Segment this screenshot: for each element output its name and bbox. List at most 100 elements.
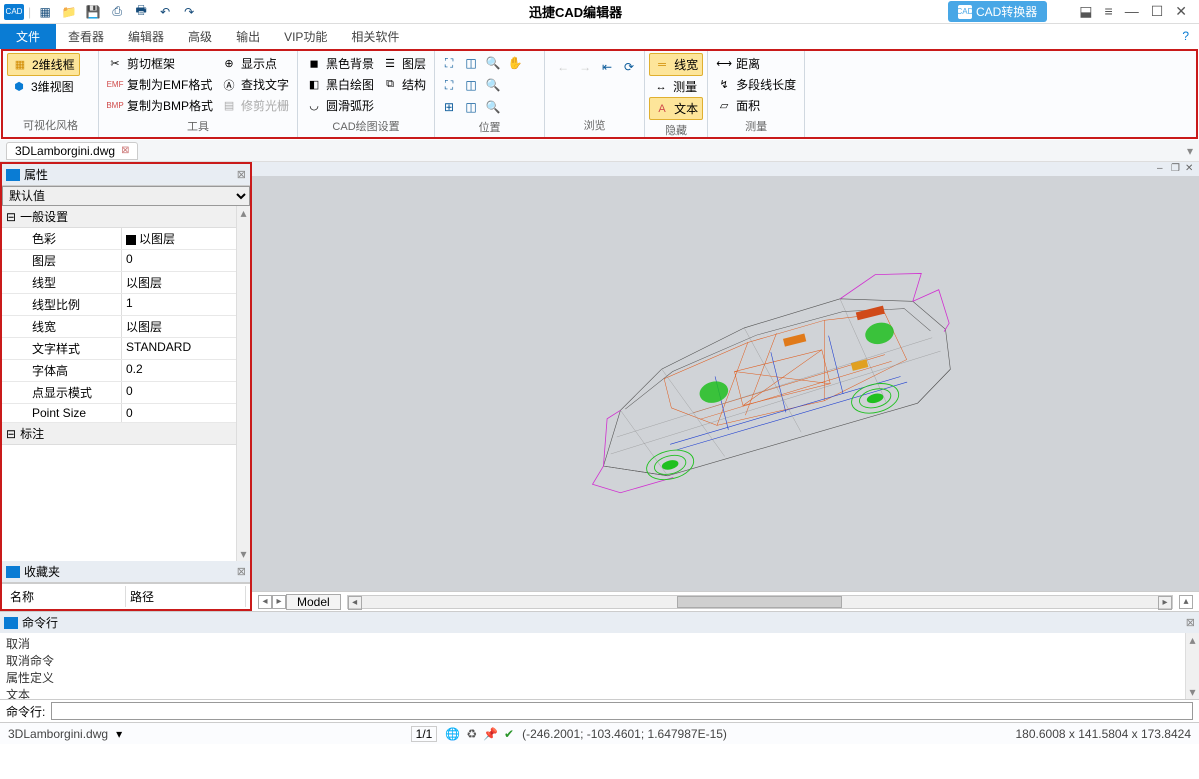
smooth-arc-button[interactable]: ◡圆滑弧形 (302, 95, 378, 116)
document-tab[interactable]: 3DLamborgini.dwg ⊠ (6, 142, 138, 160)
h-scrollbar[interactable]: ◂▸ (347, 595, 1173, 609)
pan-icon[interactable]: ✋ (505, 53, 525, 73)
find-text-button[interactable]: Ⓐ查找文字 (217, 74, 293, 95)
pos-icon-5[interactable]: ⊞ (439, 97, 459, 117)
view-3d-button[interactable]: ⬢3维视图 (7, 76, 80, 97)
vp-restore-icon[interactable]: ❐ (1171, 163, 1183, 175)
properties-close-icon[interactable]: ⊠ (237, 168, 246, 181)
property-row[interactable]: Point Size0 (2, 404, 250, 423)
section-general[interactable]: ⊟一般设置 (2, 206, 250, 228)
measure-toggle-button[interactable]: ↔测量 (649, 76, 703, 97)
menu-editor[interactable]: 编辑器 (116, 24, 176, 49)
close-icon[interactable]: ✕ (1175, 3, 1187, 20)
print-icon[interactable]: 🖶 (133, 4, 149, 20)
pos-icon-2[interactable]: ◫ (461, 53, 481, 73)
back-icon[interactable]: ⬓ (1079, 3, 1092, 20)
property-value[interactable]: STANDARD (122, 338, 250, 359)
menu-advanced[interactable]: 高级 (176, 24, 224, 49)
menu-icon[interactable]: ≡ (1105, 3, 1113, 20)
color-swatch (126, 235, 136, 245)
property-row[interactable]: 字体高0.2 (2, 360, 250, 382)
copy-bmp-button[interactable]: BMP复制为BMP格式 (103, 95, 217, 116)
pos-icon-6[interactable]: ◫ (461, 97, 481, 117)
cmd-history-line: 取消命令 (6, 652, 1193, 669)
saveas-icon[interactable]: ⎙ (109, 4, 125, 20)
property-value[interactable]: 0 (122, 382, 250, 403)
favorites-close-icon[interactable]: ⊠ (237, 565, 246, 578)
menu-file[interactable]: 文件 (0, 24, 56, 49)
nav-refresh-icon[interactable]: ⟳ (619, 57, 639, 77)
open-icon[interactable]: 📁 (61, 4, 77, 20)
menu-vip[interactable]: VIP功能 (272, 24, 339, 49)
tab-next-icon[interactable]: ▸ (272, 595, 286, 609)
zoom-fit-icon[interactable]: 🔍 (483, 97, 503, 117)
cad-convert-button[interactable]: CAD CAD转换器 (948, 1, 1047, 22)
blackbg-icon: ◼ (306, 56, 322, 72)
save-icon[interactable]: 💾 (85, 4, 101, 20)
pos-icon-4[interactable]: ◫ (461, 75, 481, 95)
property-row[interactable]: 线型以图层 (2, 272, 250, 294)
distance-button[interactable]: ⟷距离 (712, 53, 800, 74)
property-row[interactable]: 点显示模式0 (2, 382, 250, 404)
wireframe-2d-button[interactable]: ▦2维线框 (7, 53, 80, 76)
property-row[interactable]: 文字样式STANDARD (2, 338, 250, 360)
struct-button[interactable]: ⧉结构 (378, 74, 430, 95)
black-bg-button[interactable]: ◼黑色背景 (302, 53, 378, 74)
property-value[interactable]: 0 (122, 404, 250, 422)
bw-draw-button[interactable]: ◧黑白绘图 (302, 74, 378, 95)
model-tab[interactable]: Model (286, 594, 341, 610)
crop-frame-button[interactable]: ✂剪切框架 (103, 53, 217, 74)
undo-icon[interactable]: ↶ (157, 4, 173, 20)
tabs-dropdown-icon[interactable]: ▾ (1187, 144, 1193, 158)
area-button[interactable]: ▱面积 (712, 95, 800, 116)
property-value[interactable]: 1 (122, 294, 250, 315)
drawing-canvas[interactable] (252, 176, 1199, 591)
polyline-length-button[interactable]: ↯多段线长度 (712, 74, 800, 95)
status-globe-icon[interactable]: 🌐 (445, 727, 460, 741)
redo-icon[interactable]: ↷ (181, 4, 197, 20)
command-close-icon[interactable]: ⊠ (1186, 616, 1195, 629)
property-value[interactable]: 0.2 (122, 360, 250, 381)
property-value[interactable]: 以图层 (122, 316, 250, 337)
property-row[interactable]: 图层0 (2, 250, 250, 272)
h-scroll-thumb[interactable] (677, 596, 842, 608)
cmd-scrollbar[interactable]: ▴▾ (1185, 633, 1199, 699)
menu-output[interactable]: 输出 (224, 24, 272, 49)
vp-minimize-icon[interactable]: – (1157, 163, 1169, 175)
minimize-icon[interactable]: — (1125, 3, 1139, 20)
tab-close-icon[interactable]: ⊠ (121, 145, 129, 156)
property-row[interactable]: 色彩以图层 (2, 228, 250, 250)
status-pin-icon[interactable]: 📌 (483, 727, 498, 741)
section-annotation[interactable]: ⊟标注 (2, 423, 250, 445)
v-scroll-up-icon[interactable]: ▴ (1179, 595, 1193, 609)
layer-button[interactable]: ☰图层 (378, 53, 430, 74)
menu-related[interactable]: 相关软件 (339, 24, 411, 49)
copy-emf-button[interactable]: EMF复制为EMF格式 (103, 74, 217, 95)
fav-col-path[interactable]: 路径 (126, 586, 246, 607)
tab-prev-icon[interactable]: ◂ (258, 595, 272, 609)
vp-close-icon[interactable]: ✕ (1185, 163, 1197, 175)
property-value[interactable]: 以图层 (122, 228, 250, 249)
fav-col-name[interactable]: 名称 (6, 586, 126, 607)
nav-out-icon[interactable]: ⇤ (597, 57, 617, 77)
property-row[interactable]: 线型比例1 (2, 294, 250, 316)
property-row[interactable]: 线宽以图层 (2, 316, 250, 338)
properties-select[interactable]: 默认值 (2, 186, 250, 206)
zoom-out-icon[interactable]: 🔍 (483, 75, 503, 95)
show-point-button[interactable]: ⊕显示点 (217, 53, 293, 74)
new-icon[interactable]: ▦ (37, 4, 53, 20)
lineweight-button[interactable]: ═线宽 (649, 53, 703, 76)
maximize-icon[interactable]: ☐ (1151, 3, 1164, 20)
status-ok-icon[interactable]: ✔ (504, 727, 514, 741)
property-value[interactable]: 以图层 (122, 272, 250, 293)
zoom-in-icon[interactable]: 🔍 (483, 53, 503, 73)
menu-viewer[interactable]: 查看器 (56, 24, 116, 49)
properties-scrollbar[interactable]: ▴▾ (236, 206, 250, 561)
pos-icon-3[interactable]: ⛶ (439, 75, 459, 95)
text-toggle-button[interactable]: A文本 (649, 97, 703, 120)
pos-icon-1[interactable]: ⛶ (439, 53, 459, 73)
command-input[interactable] (51, 702, 1193, 720)
status-sync-icon[interactable]: ♻ (466, 727, 477, 741)
help-icon[interactable]: ? (1172, 29, 1199, 43)
property-value[interactable]: 0 (122, 250, 250, 271)
